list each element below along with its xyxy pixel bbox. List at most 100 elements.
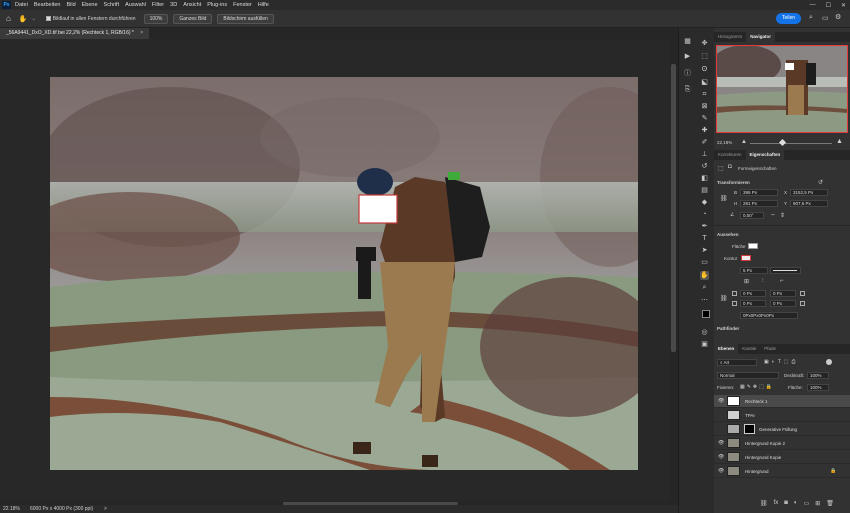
canvas-area[interactable] (0, 39, 670, 501)
eyedropper-tool-icon[interactable]: ✎ (700, 114, 709, 123)
menu-fenster[interactable]: Fenster (233, 2, 252, 8)
fill-swatch[interactable] (748, 243, 758, 249)
eraser-tool-icon[interactable]: ◧ (700, 174, 709, 183)
navigator-zoom-readout[interactable]: 22,18% (717, 140, 732, 145)
x-field[interactable]: 3152,5 Px (790, 189, 828, 196)
group-icon[interactable]: ▭ (804, 500, 810, 507)
frame-tool-icon[interactable]: ⊠ (700, 102, 709, 111)
tab-properties[interactable]: Eigenschaften (745, 150, 785, 160)
marquee-tool-icon[interactable]: ⬚ (700, 52, 709, 61)
link-layers-icon[interactable]: ⛓ (760, 500, 768, 507)
layer-filter-dropdown[interactable]: ⌕ Art (717, 359, 757, 366)
menu-datei[interactable]: Datei (15, 2, 28, 8)
close-button[interactable]: ✕ (841, 2, 846, 9)
layer-style-icon[interactable]: fx (774, 500, 779, 507)
history-brush-tool-icon[interactable]: ↺ (700, 162, 709, 171)
chevron-down-icon[interactable]: ⌄ (32, 16, 36, 22)
fill-percent-field[interactable]: 100% (807, 384, 829, 391)
menu-bild[interactable]: Bild (66, 2, 75, 8)
corner-bl-field[interactable]: 0 Px (740, 300, 766, 307)
pen-tool-icon[interactable]: ✒ (700, 222, 709, 231)
zoom-out-icon[interactable]: ▲ (741, 139, 747, 145)
layer-name[interactable]: Hintergrund Kopie (745, 451, 781, 464)
width-field[interactable]: 395 Px (740, 189, 778, 196)
layer-name[interactable]: Hintergrund (745, 465, 769, 478)
menu-auswahl[interactable]: Auswahl (125, 2, 146, 8)
zoom-100-button[interactable]: 100% (143, 13, 169, 24)
corner-link-icon[interactable]: ⛓ (720, 295, 728, 302)
more-tools-icon[interactable]: ⋯ (700, 296, 709, 305)
fit-screen-button[interactable]: Ganzes Bild (173, 13, 213, 24)
menu-bearbeiten[interactable]: Bearbeiten (34, 2, 61, 8)
layer-name[interactable]: Hintergrund Kopie 2 (745, 437, 785, 450)
dodge-tool-icon[interactable]: ◔ (700, 210, 709, 219)
layer-mask-thumbnail[interactable] (744, 424, 755, 434)
document-tab[interactable]: _56A9441_DxO_XD.tif bei 22,2% (Rechteck … (0, 28, 150, 39)
transform-header[interactable]: Transformieren (717, 180, 750, 185)
zoom-in-icon[interactable]: ▲ (836, 138, 843, 145)
visibility-eye-icon[interactable]: 👁 (718, 468, 724, 474)
workspace-icon[interactable]: ▭ (822, 14, 829, 22)
corner-tl-field[interactable]: 0 Px (740, 290, 766, 297)
healing-brush-tool-icon[interactable]: ✚ (700, 126, 709, 135)
adjustment-layer-icon[interactable]: ◐ (794, 500, 798, 507)
tab-corrections[interactable]: Korrekturen (714, 150, 746, 160)
menu-filter[interactable]: Filter (152, 2, 164, 8)
stroke-align-icon[interactable]: ⊞ (744, 278, 749, 285)
menu-3d[interactable]: 3D (170, 2, 177, 8)
photo-canvas[interactable] (50, 77, 638, 470)
brush-tool-icon[interactable]: ✐ (700, 138, 709, 147)
tab-histogram[interactable]: Histogramm (714, 32, 746, 42)
menu-ebene[interactable]: Ebene (82, 2, 98, 8)
home-icon[interactable]: ⌂ (6, 14, 11, 23)
rectangle-tool-icon[interactable]: ▭ (700, 258, 709, 267)
lock-icons[interactable]: ▦✎✥⬚🔒 (740, 384, 774, 390)
trash-icon[interactable]: 🗑 (826, 500, 834, 507)
menu-hilfe[interactable]: Hilfe (258, 2, 269, 8)
stroke-join-icon[interactable]: ⌐ (780, 278, 784, 284)
gear-icon[interactable]: ⚙ (835, 13, 841, 21)
export-icon[interactable]: ⎘ (683, 85, 692, 94)
navigator-zoom-handle[interactable] (778, 138, 787, 147)
y-field[interactable]: 807,5 Px (790, 200, 828, 207)
object-select-tool-icon[interactable]: ⬕ (700, 78, 709, 87)
visibility-eye-icon[interactable]: 👁 (718, 398, 724, 404)
stroke-swatch[interactable] (741, 255, 751, 261)
blend-mode-dropdown[interactable]: Normal (717, 372, 779, 379)
visibility-eye-icon[interactable]: 👁 (718, 454, 724, 460)
search-icon[interactable]: ⌕ (809, 14, 813, 22)
menu-ansicht[interactable]: Ansicht (183, 2, 201, 8)
tab-navigator[interactable]: Navigator (746, 32, 776, 42)
angle-field[interactable]: 0,00° (740, 212, 764, 219)
add-mask-icon[interactable]: ◙ (784, 500, 788, 507)
layer-row-background[interactable]: 👁 Hintergrund 🔒 (714, 465, 850, 478)
layer-name[interactable]: TPAI (745, 409, 755, 422)
tab-channels[interactable]: Kanäle (738, 344, 760, 354)
layer-row-kopie2[interactable]: 👁 Hintergrund Kopie 2 (714, 437, 850, 450)
move-tool-icon[interactable]: ✥ (700, 39, 709, 48)
layer-row-generative[interactable]: · Generative Füllung (714, 423, 850, 436)
opacity-field[interactable]: 100% (807, 372, 829, 379)
corner-tr-field[interactable]: 0 Px (770, 290, 796, 297)
layer-row-kopie[interactable]: 👁 Hintergrund Kopie (714, 451, 850, 464)
layer-row-rechteck[interactable]: 👁 Rechteck 1 (714, 395, 850, 408)
tab-layers[interactable]: Ebenen (714, 344, 739, 354)
gradient-tool-icon[interactable]: ▤ (700, 186, 709, 195)
foreground-color-swatch[interactable] (702, 310, 710, 318)
layer-name[interactable]: Rechteck 1 (745, 395, 768, 408)
menu-schrift[interactable]: Schrift (104, 2, 120, 8)
info-icon[interactable]: ⓘ (683, 69, 692, 78)
layer-name[interactable]: Generative Füllung (759, 423, 797, 436)
share-button[interactable]: Teilen (776, 13, 801, 24)
navigator-zoom-slider[interactable] (750, 143, 832, 144)
type-tool-icon[interactable]: T (700, 234, 709, 243)
quick-mask-icon[interactable]: ◎ (700, 328, 709, 337)
tab-paths[interactable]: Pfade (760, 344, 780, 354)
flip-horizontal-icon[interactable]: ⇔ (770, 212, 776, 218)
collapse-panels-icon[interactable]: ▦ (683, 37, 692, 46)
lasso-tool-icon[interactable]: ʘ (700, 65, 709, 74)
link-icon[interactable]: ⛓ (720, 195, 728, 202)
reset-icon[interactable]: ↺ (818, 179, 823, 186)
filter-toggle[interactable] (826, 359, 832, 365)
layer-row-tpai[interactable]: · TPAI (714, 409, 850, 422)
